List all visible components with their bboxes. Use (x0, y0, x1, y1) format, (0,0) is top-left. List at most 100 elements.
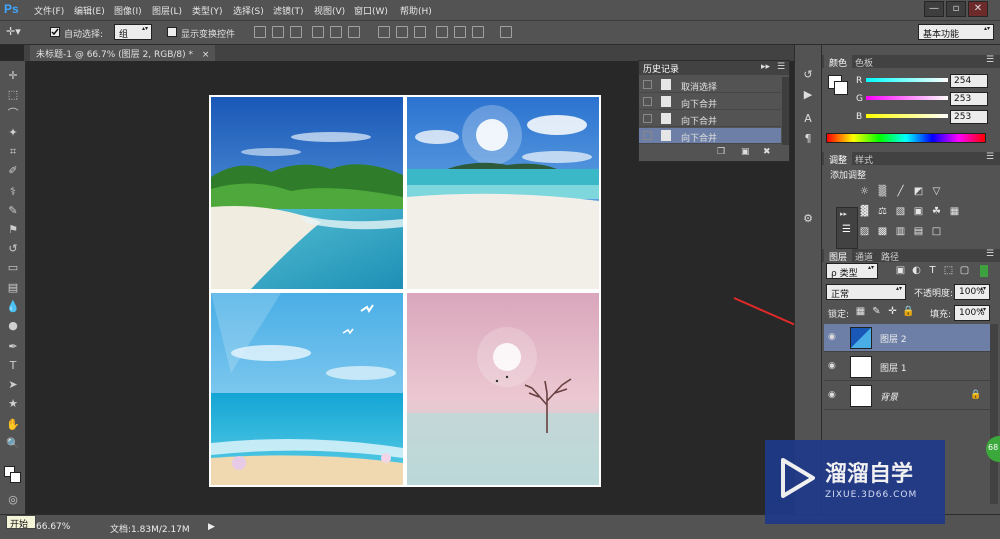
curves-icon[interactable]: ╱ (894, 186, 907, 198)
visibility-eye-icon[interactable]: ◉ (828, 390, 840, 400)
color-spectrum-ramp[interactable] (826, 133, 986, 143)
black-white-icon[interactable]: ▧ (894, 206, 907, 218)
history-item-selected[interactable]: 向下合并 (639, 128, 781, 144)
green-value-input[interactable]: 253 (950, 92, 988, 106)
lock-position-icon[interactable]: ✛ (886, 306, 899, 318)
history-item[interactable]: 取消选择 (639, 77, 781, 93)
properties-icon[interactable]: ☰ (842, 224, 851, 235)
properties-dock-icon[interactable]: ⚙ (799, 211, 817, 227)
distribute-left-icon[interactable] (436, 26, 448, 38)
history-item[interactable]: 向下合并 (639, 111, 781, 127)
distribute-bottom-icon[interactable] (414, 26, 426, 38)
paragraph-dock-icon[interactable]: ¶ (799, 131, 817, 147)
menu-select[interactable]: 选择(S) (233, 4, 264, 17)
document-tab[interactable]: 未标题-1 @ 66.7% (图层 2, RGB/8) * × (30, 45, 216, 61)
marquee-tool-icon[interactable]: ⬚ (6, 88, 20, 101)
lasso-tool-icon[interactable]: ⌒ (6, 107, 20, 120)
channel-mixer-icon[interactable]: ☘ (930, 206, 943, 218)
blur-tool-icon[interactable]: 💧 (6, 300, 20, 313)
history-snapshot-checkbox[interactable] (643, 97, 652, 106)
history-snapshot-checkbox[interactable] (643, 131, 652, 140)
auto-select-checkbox[interactable] (50, 27, 60, 37)
history-panel-title[interactable]: 历史记录 (643, 62, 679, 75)
new-document-from-state-icon[interactable]: ❒ (717, 147, 725, 157)
background-color-swatch[interactable] (10, 472, 21, 483)
filter-toggle-icon[interactable] (980, 265, 988, 277)
align-right-icon[interactable] (348, 26, 360, 38)
document-canvas[interactable] (209, 95, 601, 487)
shape-tool-icon[interactable]: ★ (6, 397, 20, 410)
clone-stamp-tool-icon[interactable]: ⚑ (6, 223, 20, 236)
hue-saturation-icon[interactable]: ▓ (858, 206, 871, 218)
distribute-vcenter-icon[interactable] (396, 26, 408, 38)
type-tool-icon[interactable]: T (6, 359, 20, 372)
panel-collapse-icon[interactable]: ▸▸ (761, 62, 770, 72)
auto-align-icon[interactable] (500, 26, 512, 38)
lock-all-icon[interactable]: 🔒 (902, 306, 915, 318)
filter-type-icon[interactable]: T (926, 265, 939, 277)
pen-tool-icon[interactable]: ✒ (6, 340, 20, 353)
eraser-tool-icon[interactable]: ▭ (6, 261, 20, 274)
menu-image[interactable]: 图像(I) (114, 4, 142, 17)
close-window-button[interactable]: ✕ (968, 1, 988, 17)
history-snapshot-checkbox[interactable] (643, 80, 652, 89)
status-menu-arrow-icon[interactable]: ▶ (208, 522, 215, 532)
path-select-tool-icon[interactable]: ➤ (6, 378, 20, 391)
mini-dock-expand-icon[interactable]: ▸▸ (840, 210, 847, 218)
panel-menu-icon[interactable]: ☰ (986, 249, 994, 259)
menu-type[interactable]: 类型(Y) (192, 4, 223, 17)
lock-transparent-icon[interactable]: ▦ (854, 306, 867, 318)
filter-shape-icon[interactable]: ⬚ (942, 265, 955, 277)
distribute-top-icon[interactable] (378, 26, 390, 38)
invert-icon[interactable]: ▨ (858, 226, 871, 238)
move-tool-icon[interactable]: ✛ (6, 69, 20, 82)
quick-mask-icon[interactable]: ◎ (6, 493, 20, 506)
panel-menu-icon[interactable]: ☰ (986, 55, 994, 65)
red-slider[interactable] (866, 78, 948, 82)
maximize-button[interactable]: ▫ (946, 1, 966, 17)
tab-adjustments[interactable]: 调整 (824, 152, 853, 166)
filter-adjustment-icon[interactable]: ◐ (910, 265, 923, 277)
layer-row[interactable]: ◉ 背景 🔒 (824, 382, 990, 410)
background-color-swatch[interactable] (834, 81, 848, 95)
history-snapshot-checkbox[interactable] (643, 114, 652, 123)
actions-dock-icon[interactable]: ▶ (799, 87, 817, 103)
blend-mode-dropdown[interactable]: 正常 (826, 284, 906, 300)
tab-color[interactable]: 颜色 (824, 55, 853, 69)
posterize-icon[interactable]: ▩ (876, 226, 889, 238)
red-value-input[interactable]: 254 (950, 74, 988, 88)
fill-input[interactable]: 100% (954, 305, 990, 321)
history-dock-icon[interactable]: ↺ (799, 67, 817, 83)
history-scrollbar[interactable] (782, 77, 789, 145)
panel-menu-icon[interactable]: ☰ (777, 62, 785, 72)
threshold-icon[interactable]: ▥ (894, 226, 907, 238)
menu-layer[interactable]: 图层(L) (152, 4, 182, 17)
menu-filter[interactable]: 滤镜(T) (273, 4, 304, 17)
layer-row-selected[interactable]: ◉ 图层 2 (824, 324, 990, 352)
align-vcenter-icon[interactable] (272, 26, 284, 38)
dodge-tool-icon[interactable]: ● (6, 319, 20, 332)
gradient-tool-icon[interactable]: ▤ (6, 281, 20, 294)
lock-image-icon[interactable]: ✎ (870, 306, 883, 318)
align-top-icon[interactable] (254, 26, 266, 38)
move-tool-preset-icon[interactable]: ✛▾ (6, 25, 32, 40)
panel-menu-icon[interactable]: ☰ (986, 152, 994, 162)
menu-view[interactable]: 视图(V) (314, 4, 345, 17)
blue-value-input[interactable]: 253 (950, 110, 988, 124)
layers-scrollbar[interactable] (990, 324, 998, 504)
auto-select-dropdown[interactable]: 组 (114, 24, 152, 40)
align-hcenter-icon[interactable] (330, 26, 342, 38)
workspace-dropdown[interactable]: 基本功能 (918, 24, 994, 40)
menu-help[interactable]: 帮助(H) (400, 4, 432, 17)
eyedropper-tool-icon[interactable]: ✐ (6, 164, 20, 177)
tab-channels[interactable]: 通道 (850, 249, 878, 263)
opacity-input[interactable]: 100% (954, 284, 990, 300)
gradient-map-icon[interactable]: ▤ (912, 226, 925, 238)
vibrance-icon[interactable]: ▽ (930, 186, 943, 198)
green-slider[interactable] (866, 96, 948, 100)
menu-window[interactable]: 窗口(W) (354, 4, 388, 17)
selective-color-icon[interactable]: □ (930, 226, 943, 238)
tab-paths[interactable]: 路径 (876, 249, 904, 263)
close-tab-icon[interactable]: × (202, 50, 210, 60)
color-lookup-icon[interactable]: ▦ (948, 206, 961, 218)
